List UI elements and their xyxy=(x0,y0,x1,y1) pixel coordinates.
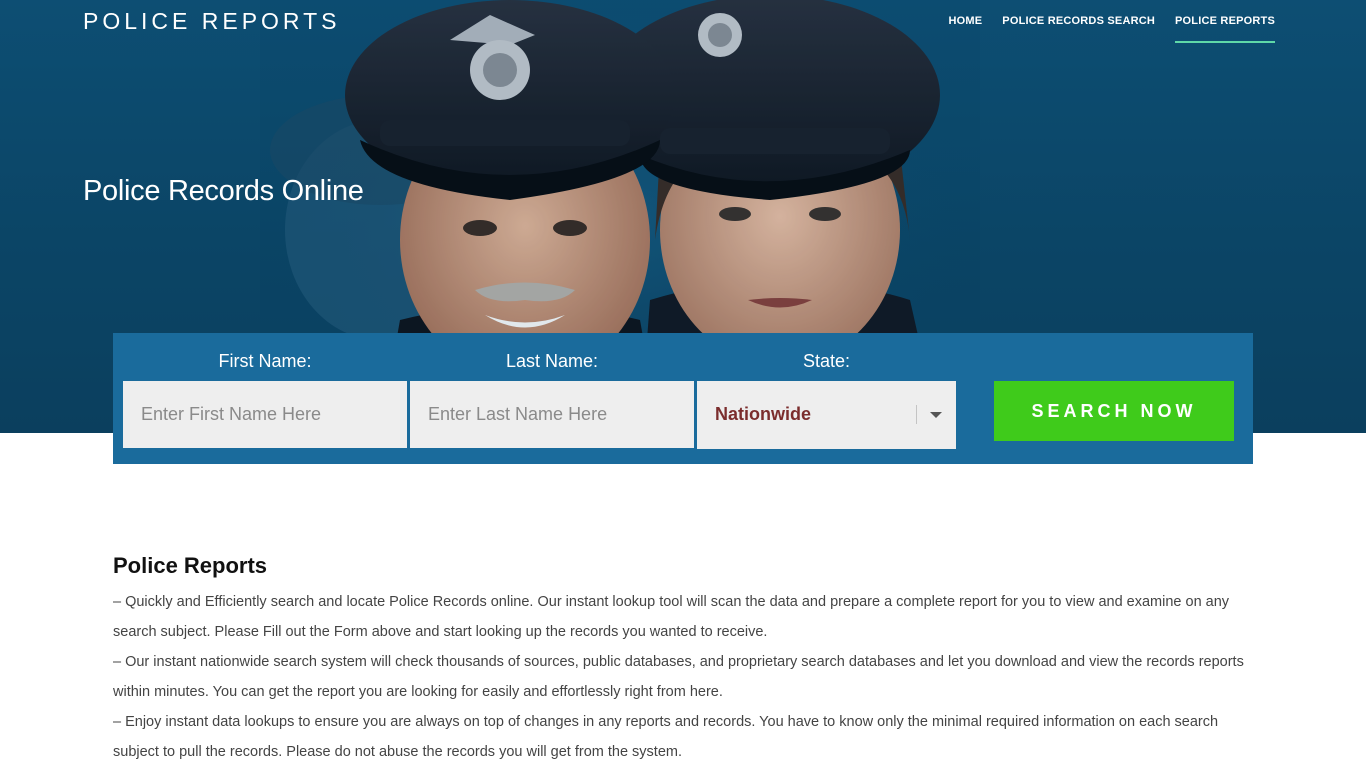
content-paragraph: – Quickly and Efficiently search and loc… xyxy=(113,594,1230,640)
search-now-button[interactable]: SEARCH NOW xyxy=(994,381,1234,441)
first-name-input[interactable] xyxy=(123,381,407,448)
content-paragraph: – Our instant nationwide search system w… xyxy=(113,654,1244,700)
last-name-input[interactable] xyxy=(410,381,694,448)
content-section: Police Reports – Quickly and Efficiently… xyxy=(113,553,1258,767)
state-label: State: xyxy=(802,351,851,371)
state-selected-value: Nationwide xyxy=(715,404,812,424)
site-brand-logo[interactable]: POLICE REPORTS xyxy=(83,8,341,35)
select-divider xyxy=(916,405,917,424)
nav-item-police-records-search[interactable]: POLICE RECORDS SEARCH xyxy=(1002,0,1155,43)
nav-item-home[interactable]: HOME xyxy=(948,0,982,43)
state-select[interactable]: Nationwide xyxy=(697,381,956,449)
first-name-label: First Name: xyxy=(218,351,312,371)
content-heading: Police Reports xyxy=(113,553,268,578)
last-name-label: Last Name: xyxy=(505,351,599,371)
main-nav: HOME POLICE RECORDS SEARCH POLICE REPORT… xyxy=(928,0,1275,43)
chevron-down-icon[interactable] xyxy=(930,412,942,418)
nav-item-police-reports[interactable]: POLICE REPORTS xyxy=(1175,0,1275,43)
search-form: First Name: Last Name: State: Nationwide… xyxy=(113,333,1253,464)
content-paragraph: – Enjoy instant data lookups to ensure y… xyxy=(113,714,1219,760)
hero-title: Police Records Online xyxy=(83,175,364,207)
